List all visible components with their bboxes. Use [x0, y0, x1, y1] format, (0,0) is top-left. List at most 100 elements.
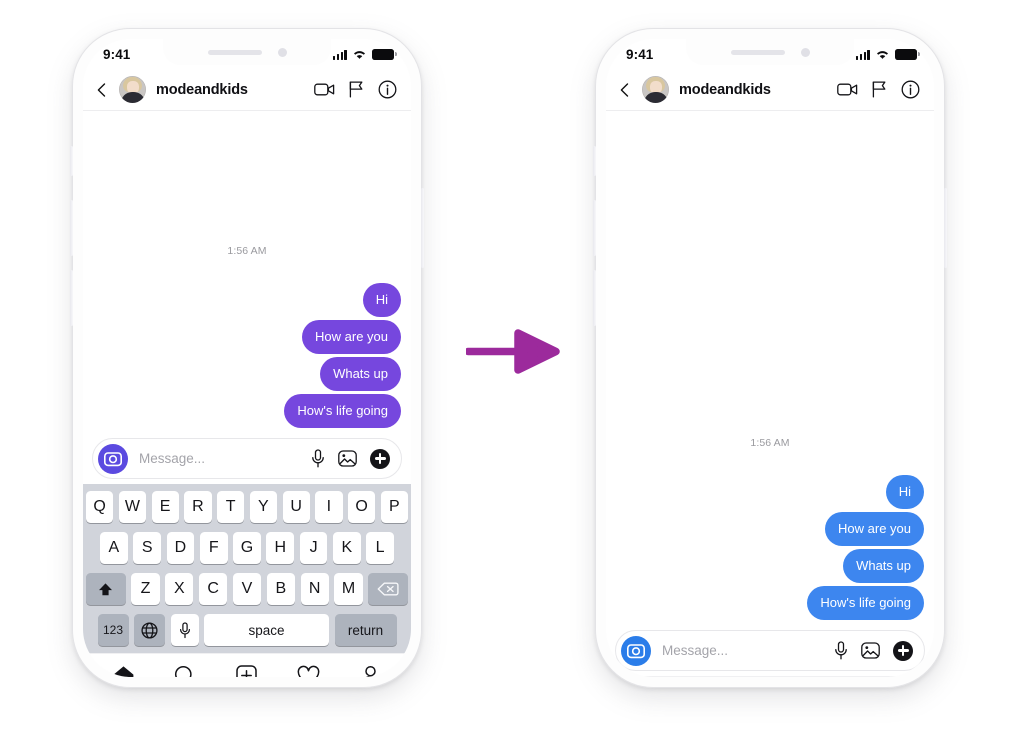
message-bubble[interactable]: How are you	[302, 320, 401, 354]
key-s[interactable]: S	[133, 532, 162, 564]
onscreen-keyboard[interactable]: Q W E R T Y U I O P A S D F G H J K L Z …	[83, 484, 411, 653]
key-r[interactable]: R	[184, 491, 212, 523]
flag-icon[interactable]	[872, 81, 887, 98]
key-f[interactable]: F	[199, 532, 228, 564]
key-w[interactable]: W	[118, 491, 146, 523]
earpiece-speaker	[207, 49, 262, 55]
key-k[interactable]: K	[332, 532, 361, 564]
key-v[interactable]: V	[232, 573, 262, 605]
chat-username[interactable]: modeandkids	[679, 82, 771, 98]
chat-header: modeandkids	[606, 69, 934, 111]
camera-icon[interactable]	[621, 635, 651, 666]
message-row: Whats up	[93, 357, 401, 391]
key-q[interactable]: Q	[86, 491, 114, 523]
photo-icon[interactable]	[861, 642, 880, 659]
volume-up-button[interactable]	[70, 200, 73, 256]
microphone-icon[interactable]	[834, 641, 848, 660]
phone-left-screen: 9:41 modeandkids 1:56 AM Hi How are you …	[83, 39, 411, 677]
numbers-key[interactable]: 123	[97, 614, 129, 646]
key-o[interactable]: O	[348, 491, 376, 523]
avatar[interactable]	[642, 76, 669, 103]
key-m[interactable]: M	[334, 573, 363, 605]
message-bubble[interactable]: Hi	[362, 283, 401, 317]
chat-username[interactable]: modeandkids	[156, 82, 248, 98]
volume-down-button[interactable]	[70, 270, 73, 326]
return-key[interactable]: return	[334, 614, 397, 646]
chevron-left-icon[interactable]	[617, 82, 633, 98]
key-t[interactable]: T	[217, 491, 245, 523]
plus-icon[interactable]	[370, 448, 390, 469]
plus-icon[interactable]	[893, 640, 913, 661]
phone-right-screen: 9:41 modeandkids 1:56 AM Hi How are you …	[606, 39, 934, 677]
avatar[interactable]	[119, 76, 146, 103]
flag-icon[interactable]	[349, 81, 364, 98]
key-c[interactable]: C	[198, 573, 228, 605]
shift-up-icon[interactable]	[86, 573, 126, 605]
key-u[interactable]: U	[282, 491, 310, 523]
message-input-bar[interactable]: Message...	[92, 438, 402, 479]
key-h[interactable]: H	[266, 532, 295, 564]
space-key[interactable]: space	[204, 614, 329, 646]
microphone-icon[interactable]	[170, 614, 199, 646]
chat-header-actions	[314, 80, 397, 99]
power-button[interactable]	[944, 188, 947, 268]
cellular-signal-icon	[332, 49, 347, 60]
mute-switch[interactable]	[70, 146, 73, 176]
plus-square-icon	[236, 665, 258, 677]
key-e[interactable]: E	[151, 491, 179, 523]
message-input-bar[interactable]: Message...	[615, 630, 925, 671]
info-circle-icon[interactable]	[378, 80, 397, 99]
key-p[interactable]: P	[380, 491, 408, 523]
message-row: Hi	[93, 283, 401, 317]
phone-left: 9:41 modeandkids 1:56 AM Hi How are you …	[70, 28, 424, 688]
message-bubble[interactable]: Whats up	[320, 357, 401, 391]
video-camera-icon[interactable]	[314, 82, 335, 97]
wifi-icon	[877, 50, 888, 59]
key-i[interactable]: I	[315, 491, 343, 523]
key-x[interactable]: X	[165, 573, 194, 605]
message-bubble[interactable]: How's life going	[284, 394, 401, 428]
key-d[interactable]: D	[166, 532, 195, 564]
tab-search[interactable]	[163, 660, 207, 677]
volume-up-button[interactable]	[593, 200, 596, 256]
tab-profile[interactable]	[348, 660, 392, 677]
tab-activity[interactable]	[287, 660, 331, 677]
key-l[interactable]: L	[366, 532, 395, 564]
message-bubble[interactable]: How's life going	[807, 586, 924, 620]
chevron-left-icon[interactable]	[94, 82, 110, 98]
tab-home[interactable]	[102, 660, 146, 677]
bottom-tab-bar	[606, 676, 934, 677]
conversation-right: 1:56 AM Hi How are you Whats up How's li…	[606, 111, 934, 630]
key-b[interactable]: B	[266, 573, 296, 605]
message-row: How are you	[93, 320, 401, 354]
video-camera-icon[interactable]	[837, 82, 858, 97]
input-actions	[311, 448, 390, 469]
microphone-icon[interactable]	[311, 449, 325, 468]
message-bubble[interactable]: Hi	[885, 475, 924, 509]
power-button[interactable]	[421, 188, 424, 268]
heart-icon	[297, 665, 320, 677]
message-bubble[interactable]: Whats up	[843, 549, 924, 583]
key-a[interactable]: A	[99, 532, 128, 564]
photo-icon[interactable]	[338, 450, 357, 467]
key-n[interactable]: N	[300, 573, 329, 605]
message-input-placeholder[interactable]: Message...	[662, 643, 728, 658]
status-clock: 9:41	[103, 46, 131, 62]
camera-icon[interactable]	[98, 443, 128, 474]
status-icons	[332, 49, 397, 60]
globe-icon[interactable]	[134, 614, 165, 646]
message-input-placeholder[interactable]: Message...	[139, 451, 205, 466]
volume-down-button[interactable]	[593, 270, 596, 326]
message-bubble[interactable]: How are you	[825, 512, 924, 546]
tab-create[interactable]	[225, 660, 269, 677]
wifi-icon	[354, 50, 365, 59]
key-z[interactable]: Z	[131, 573, 160, 605]
key-g[interactable]: G	[233, 532, 261, 564]
input-actions	[834, 640, 913, 661]
mute-switch[interactable]	[593, 146, 596, 176]
home-icon	[113, 666, 134, 677]
key-j[interactable]: J	[299, 532, 328, 564]
key-y[interactable]: Y	[249, 491, 277, 523]
backspace-icon[interactable]	[368, 573, 408, 605]
info-circle-icon[interactable]	[901, 80, 920, 99]
